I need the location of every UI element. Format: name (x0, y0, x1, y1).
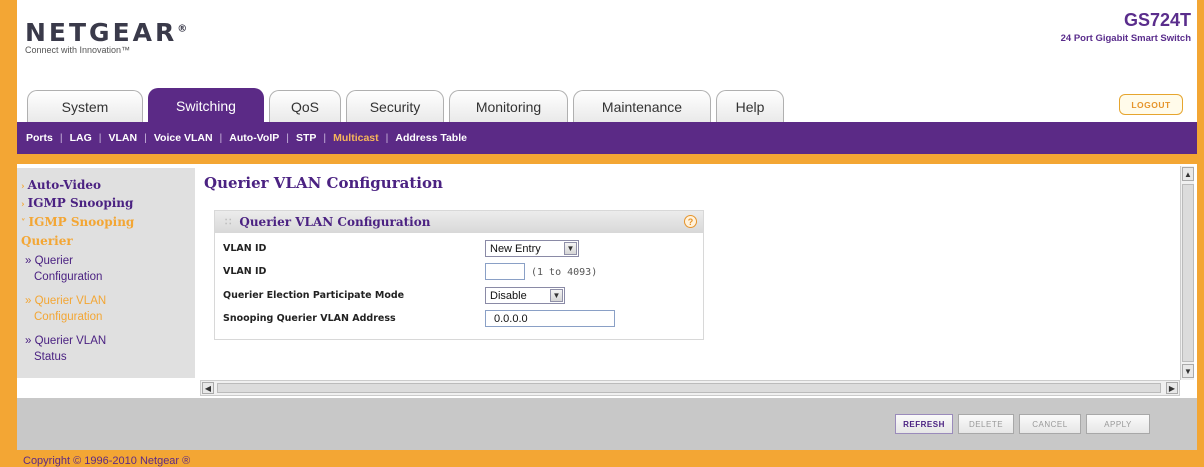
tab-monitoring[interactable]: Monitoring (449, 90, 568, 122)
vlan-id-range-hint: (1 to 4093) (531, 267, 598, 278)
subnav-multicast[interactable]: Multicast (333, 132, 379, 144)
subnav-lag[interactable]: LAG (70, 132, 92, 144)
vlan-id-select-label: VLAN ID (223, 243, 267, 254)
netgear-logo: NETGEAR® Connect with Innovation™ (25, 18, 187, 55)
subnav-voice-vlan[interactable]: Voice VLAN (154, 132, 213, 144)
tab-system[interactable]: System (27, 90, 143, 122)
querier-address-label: Snooping Querier VLAN Address (223, 313, 396, 324)
action-bar: REFRESH DELETE CANCEL APPLY (17, 398, 1197, 450)
leftnav-label: IGMP Snooping (28, 215, 135, 229)
scroll-left-icon[interactable]: ◀ (202, 382, 214, 394)
help-icon[interactable]: ? (684, 215, 697, 228)
subnav-auto-voip[interactable]: Auto-VoIP (229, 132, 279, 144)
subnav-separator: | (385, 132, 389, 144)
subnav-separator: | (98, 132, 102, 144)
main-content: Querier VLAN Configuration ∷ Querier VLA… (196, 166, 1180, 380)
leftnav-querier-configuration[interactable]: » Querier Configuration (25, 253, 102, 285)
subnav-vlan[interactable]: VLAN (108, 132, 137, 144)
querier-address-input[interactable]: 0.0.0.0 (485, 310, 615, 327)
leftnav-sublabel: Configuration (34, 271, 103, 283)
model-description: 24 Port Gigabit Smart Switch (1060, 33, 1191, 44)
subnav-address-table[interactable]: Address Table (395, 132, 467, 144)
leftnav-igmp-snooping-querier-line2[interactable]: Querier (21, 234, 73, 248)
arrow-right-icon: › (21, 200, 25, 210)
subnav-ports[interactable]: Ports (26, 132, 53, 144)
leftnav-sublabel: » Querier VLAN (25, 335, 107, 347)
leftnav-sublabel: » Querier (25, 255, 73, 267)
arrow-down-icon: ˅ (21, 219, 26, 229)
scroll-right-icon[interactable]: ▶ (1166, 382, 1178, 394)
tab-switching[interactable]: Switching (148, 88, 264, 122)
chevron-down-icon[interactable]: ▼ (564, 242, 577, 255)
cancel-button[interactable]: CANCEL (1019, 414, 1081, 434)
querier-vlan-panel: ∷ Querier VLAN Configuration ? VLAN ID N… (214, 210, 704, 340)
page-title: Querier VLAN Configuration (204, 174, 443, 192)
tab-security[interactable]: Security (346, 90, 444, 122)
leftnav-label: IGMP Snooping (27, 196, 134, 210)
logout-button[interactable]: LOGOUT (1119, 94, 1183, 115)
leftnav-querier-vlan-configuration[interactable]: » Querier VLAN Configuration (25, 293, 106, 325)
tab-maintenance[interactable]: Maintenance (573, 90, 711, 122)
participate-mode-label: Querier Election Participate Mode (223, 290, 405, 301)
leftnav-igmp-snooping[interactable]: › IGMP Snooping (21, 196, 133, 210)
copyright-footer: Copyright © 1996-2010 Netgear ® (17, 450, 1197, 467)
vlan-id-input-label: VLAN ID (223, 266, 267, 277)
model-info: GS724T 24 Port Gigabit Smart Switch (1061, 10, 1191, 44)
horizontal-scrollbar[interactable]: ◀ ▶ (200, 380, 1180, 396)
apply-button[interactable]: APPLY (1086, 414, 1150, 434)
leftnav-auto-video[interactable]: › Auto-Video (21, 178, 101, 192)
panel-header: ∷ Querier VLAN Configuration (215, 211, 703, 233)
leftnav-igmp-snooping-querier[interactable]: ˅ IGMP Snooping (21, 215, 134, 229)
logo-mark: ® (177, 23, 188, 35)
subnav-separator: | (59, 132, 63, 144)
panel-title: Querier VLAN Configuration (239, 215, 431, 229)
main-tabs: System Switching QoS Security Monitoring… (27, 88, 789, 122)
vlan-id-select-value: New Entry (490, 242, 541, 255)
participate-mode-value: Disable (490, 289, 527, 302)
leftnav-querier-vlan-status[interactable]: » Querier VLAN Status (25, 333, 106, 365)
arrow-right-icon: › (21, 182, 25, 192)
scroll-thumb[interactable] (217, 383, 1161, 393)
delete-button[interactable]: DELETE (958, 414, 1014, 434)
scroll-thumb[interactable] (1182, 184, 1194, 362)
leftnav-sublabel: Status (34, 351, 67, 363)
vlan-id-input[interactable] (485, 263, 525, 280)
subnav-separator: | (144, 132, 147, 144)
leftnav-label: Auto-Video (27, 178, 101, 192)
sub-navigation: Ports | LAG | VLAN | Voice VLAN | Auto-VoIP |… (17, 122, 1197, 154)
vertical-scrollbar[interactable]: ▲ ▼ (1180, 166, 1194, 380)
chevron-down-icon[interactable]: ▼ (550, 289, 563, 302)
refresh-button[interactable]: REFRESH (895, 414, 953, 434)
model-name: GS724T (1123, 10, 1191, 30)
subnav-separator: | (323, 132, 327, 144)
gold-divider (17, 154, 1197, 164)
tab-help[interactable]: Help (716, 90, 784, 122)
drag-handle-icon: ∷ (225, 216, 232, 228)
left-navigation: › Auto-Video › IGMP Snooping ˅ IGMP Snoopin… (17, 168, 195, 378)
participate-mode-select[interactable]: Disable ▼ (485, 287, 565, 304)
subnav-separator: | (219, 132, 223, 144)
subnav-separator: | (286, 132, 289, 144)
logo-text: NETGEAR (25, 18, 178, 47)
vlan-id-select[interactable]: New Entry ▼ (485, 240, 579, 257)
subnav-stp[interactable]: STP (296, 132, 316, 144)
scroll-up-icon[interactable]: ▲ (1182, 167, 1194, 181)
leftnav-sublabel: Configuration (34, 311, 103, 323)
leftnav-sublabel: » Querier VLAN (25, 295, 107, 307)
scroll-down-icon[interactable]: ▼ (1182, 364, 1194, 378)
tab-qos[interactable]: QoS (269, 90, 341, 122)
